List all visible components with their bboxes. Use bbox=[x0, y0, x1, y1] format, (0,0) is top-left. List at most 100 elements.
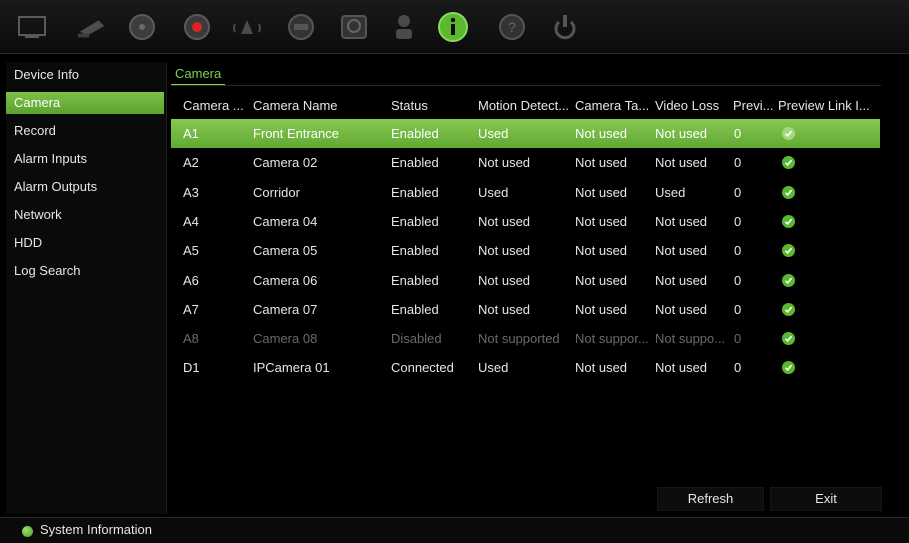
sidebar: Device Info Camera Record Alarm Inputs A… bbox=[6, 62, 167, 514]
sidebar-item-alarm-inputs[interactable]: Alarm Inputs bbox=[6, 148, 164, 170]
cell-camera-name: Camera 06 bbox=[253, 272, 318, 288]
cell-motion-detection: Used bbox=[478, 126, 509, 141]
table-row[interactable]: A7 Camera 07 Enabled Not used Not used Not us… bbox=[171, 295, 880, 324]
column-header-camera-id[interactable]: Camera ... bbox=[183, 94, 249, 118]
cell-motion-detection: Not supported bbox=[478, 331, 560, 347]
cell-status: Enabled bbox=[391, 301, 439, 317]
cell-video-loss: Not used bbox=[655, 126, 708, 141]
cell-camera-id: A5 bbox=[183, 243, 199, 259]
cell-video-loss: Not used bbox=[655, 213, 708, 229]
cell-camera-name: IPCamera 01 bbox=[253, 360, 330, 376]
alarm-icon[interactable] bbox=[231, 11, 263, 43]
power-icon[interactable] bbox=[549, 11, 581, 43]
cell-preview: 0 bbox=[734, 360, 742, 376]
cell-preview: 0 bbox=[734, 272, 742, 288]
tab-camera[interactable]: Camera bbox=[171, 64, 226, 86]
table-row[interactable]: A4 Camera 04 Enabled Not used Not used Not us… bbox=[171, 207, 880, 236]
user-icon[interactable] bbox=[388, 11, 420, 43]
cell-preview: 0 bbox=[734, 213, 742, 229]
check-icon bbox=[782, 156, 795, 170]
cell-camera-name: Corridor bbox=[253, 184, 300, 200]
cell-video-loss: Not used bbox=[655, 301, 708, 317]
cell-preview: 0 bbox=[734, 243, 742, 259]
table-row[interactable]: A3 Corridor Enabled Used Not used Used 0 bbox=[171, 178, 880, 207]
column-header-preview-link[interactable]: Preview Link I... bbox=[778, 94, 878, 118]
cell-motion-detection: Not used bbox=[478, 213, 531, 229]
cell-camera-id: D1 bbox=[183, 360, 200, 376]
cell-status: Enabled bbox=[391, 272, 439, 288]
cell-video-loss: Not used bbox=[655, 272, 708, 288]
playback-icon[interactable] bbox=[126, 11, 158, 43]
check-icon bbox=[782, 361, 795, 375]
cell-status: Enabled bbox=[391, 243, 439, 259]
sidebar-item-alarm-outputs[interactable]: Alarm Outputs bbox=[6, 176, 164, 198]
cell-motion-detection: Not used bbox=[478, 301, 531, 317]
information-icon[interactable] bbox=[437, 11, 469, 43]
table-row[interactable]: A6 Camera 06 Enabled Not used Not used Not us… bbox=[171, 266, 880, 295]
cell-preview: 0 bbox=[734, 331, 742, 347]
column-header-preview[interactable]: Previ... bbox=[733, 94, 773, 118]
table-row[interactable]: A8 Camera 08 Disabled Not supported Not supp… bbox=[171, 324, 880, 353]
check-icon bbox=[782, 273, 795, 287]
monitor-icon[interactable] bbox=[16, 11, 48, 43]
ptz-camera-icon[interactable] bbox=[76, 11, 108, 43]
cell-camera-name: Front Entrance bbox=[253, 126, 339, 141]
cell-camera-name: Camera 07 bbox=[253, 301, 318, 317]
column-header-motion-detection[interactable]: Motion Detect... bbox=[478, 94, 572, 118]
cell-camera-tamper: Not used bbox=[575, 184, 628, 200]
table-row[interactable]: A5 Camera 05 Enabled Not used Not used Not us… bbox=[171, 236, 880, 265]
cell-status: Enabled bbox=[391, 155, 439, 171]
check-icon bbox=[782, 244, 795, 258]
cell-camera-id: A3 bbox=[183, 184, 199, 200]
cell-status: Enabled bbox=[391, 213, 439, 229]
cell-camera-tamper: Not used bbox=[575, 301, 628, 317]
top-toolbar: ? bbox=[0, 0, 909, 54]
table-row[interactable]: A2 Camera 02 Enabled Not used Not used Not us… bbox=[171, 148, 880, 177]
exit-button[interactable]: Exit bbox=[770, 487, 882, 511]
cell-camera-tamper: Not used bbox=[575, 360, 628, 376]
column-header-video-loss[interactable]: Video Loss bbox=[655, 94, 731, 118]
cell-video-loss: Used bbox=[655, 184, 686, 200]
cell-preview: 0 bbox=[734, 155, 742, 171]
cell-camera-id: A7 bbox=[183, 301, 199, 317]
network-icon[interactable] bbox=[285, 11, 317, 43]
table-row[interactable]: A1 Front Entrance Enabled Used Not used Not u… bbox=[171, 119, 880, 148]
check-icon bbox=[782, 185, 795, 199]
sidebar-item-network[interactable]: Network bbox=[6, 204, 164, 226]
cell-camera-tamper: Not used bbox=[575, 243, 628, 259]
cell-camera-id: A4 bbox=[183, 213, 199, 229]
cell-video-loss: Not suppo... bbox=[655, 331, 726, 347]
svg-text:?: ? bbox=[508, 19, 516, 35]
cell-camera-tamper: Not suppor... bbox=[575, 331, 649, 347]
cell-camera-id: A8 bbox=[183, 331, 199, 347]
sidebar-item-record[interactable]: Record bbox=[6, 120, 164, 142]
column-header-camera-tamper[interactable]: Camera Ta... bbox=[575, 94, 653, 118]
sidebar-item-log-search[interactable]: Log Search bbox=[6, 260, 164, 282]
column-header-status[interactable]: Status bbox=[391, 94, 471, 118]
cell-camera-id: A2 bbox=[183, 155, 199, 171]
cell-motion-detection: Not used bbox=[478, 155, 531, 171]
cell-camera-name: Camera 02 bbox=[253, 155, 318, 171]
check-icon bbox=[782, 302, 795, 316]
check-icon bbox=[782, 127, 795, 140]
hdd-icon[interactable] bbox=[338, 11, 370, 43]
cell-camera-tamper: Not used bbox=[575, 272, 628, 288]
record-icon[interactable] bbox=[181, 11, 213, 43]
cell-status: Enabled bbox=[391, 126, 439, 141]
status-text: System Information bbox=[40, 522, 152, 537]
check-icon bbox=[782, 332, 795, 346]
column-header-camera-name[interactable]: Camera Name bbox=[253, 94, 383, 118]
cell-camera-id: A6 bbox=[183, 272, 199, 288]
cell-camera-tamper: Not used bbox=[575, 155, 628, 171]
sidebar-item-hdd[interactable]: HDD bbox=[6, 232, 164, 254]
help-icon[interactable]: ? bbox=[496, 11, 528, 43]
cell-status: Connected bbox=[391, 360, 454, 376]
check-icon bbox=[782, 214, 795, 228]
sidebar-item-camera[interactable]: Camera bbox=[6, 92, 164, 114]
cell-video-loss: Not used bbox=[655, 243, 708, 259]
refresh-button[interactable]: Refresh bbox=[657, 487, 764, 511]
cell-motion-detection: Used bbox=[478, 184, 509, 200]
cell-video-loss: Not used bbox=[655, 155, 708, 171]
table-row[interactable]: D1 IPCamera 01 Connected Used Not used Not us… bbox=[171, 353, 880, 382]
sidebar-item-device-info[interactable]: Device Info bbox=[6, 64, 164, 86]
